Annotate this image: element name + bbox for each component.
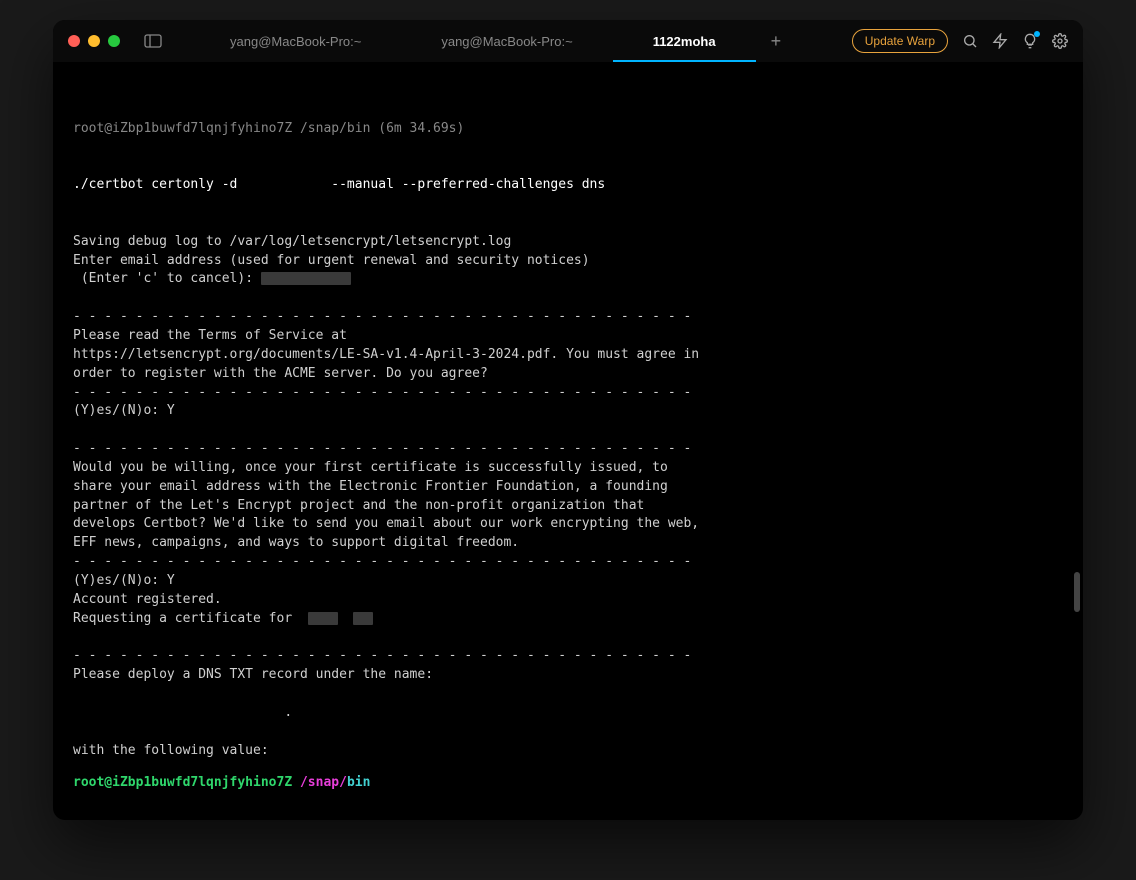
output-line: (Enter 'c' to cancel): xyxy=(73,270,1063,289)
tab-label: yang@MacBook-Pro:~ xyxy=(230,34,361,49)
output-line: Please read the Terms of Service at xyxy=(73,327,1063,346)
minimize-window-button[interactable] xyxy=(88,35,100,47)
titlebar-right-controls: Update Warp xyxy=(852,29,1068,53)
output-line: - - - - - - - - - - - - - - - - - - - - … xyxy=(73,308,1063,327)
tab-0[interactable]: yang@MacBook-Pro:~ xyxy=(190,20,401,62)
output-line: with the following value: xyxy=(73,742,1063,761)
output-line: https://letsencrypt.org/documents/LE-SA-… xyxy=(73,346,1063,365)
output-line: share your email address with the Electr… xyxy=(73,478,1063,497)
tab-2[interactable]: 1122moha xyxy=(613,20,756,62)
tab-label: 1122moha xyxy=(653,34,716,49)
command-line: ./certbot certonly -d --manual --preferr… xyxy=(73,176,1063,195)
tab-label: yang@MacBook-Pro:~ xyxy=(441,34,572,49)
search-icon[interactable] xyxy=(962,33,978,49)
output-line: Saving debug log to /var/log/letsencrypt… xyxy=(73,233,1063,252)
output-line: Account registered. xyxy=(73,591,1063,610)
redacted-domain xyxy=(353,612,373,625)
output-line: (Y)es/(N)o: Y xyxy=(73,402,1063,421)
tab-1[interactable]: yang@MacBook-Pro:~ xyxy=(401,20,612,62)
bolt-icon[interactable] xyxy=(992,33,1008,49)
output-line xyxy=(73,685,1063,704)
output-line xyxy=(73,628,1063,647)
current-prompt[interactable]: root@iZbp1buwfd7lqnjfyhino7Z /snap/bin xyxy=(53,765,1083,820)
notification-dot xyxy=(1034,31,1040,37)
output-line: . xyxy=(73,704,1063,723)
output-line xyxy=(73,421,1063,440)
output-line: - - - - - - - - - - - - - - - - - - - - … xyxy=(73,384,1063,403)
output-line: Please deploy a DNS TXT record under the… xyxy=(73,666,1063,685)
close-window-button[interactable] xyxy=(68,35,80,47)
prompt-userhost: root@iZbp1buwfd7lqnjfyhino7Z xyxy=(73,775,300,790)
output-line: EFF news, campaigns, and ways to support… xyxy=(73,534,1063,553)
terminal-output: Saving debug log to /var/log/letsencrypt… xyxy=(73,233,1063,765)
output-line: develops Certbot? We'd like to send you … xyxy=(73,515,1063,534)
scrollbar[interactable] xyxy=(1074,572,1080,612)
output-line: order to register with the ACME server. … xyxy=(73,365,1063,384)
titlebar: yang@MacBook-Pro:~ yang@MacBook-Pro:~ 11… xyxy=(53,20,1083,62)
output-line xyxy=(73,723,1063,742)
output-line: partner of the Let's Encrypt project and… xyxy=(73,497,1063,516)
output-line xyxy=(73,289,1063,308)
output-line: - - - - - - - - - - - - - - - - - - - - … xyxy=(73,440,1063,459)
output-line: - - - - - - - - - - - - - - - - - - - - … xyxy=(73,553,1063,572)
output-line: Enter email address (used for urgent ren… xyxy=(73,252,1063,271)
tab-bar: yang@MacBook-Pro:~ yang@MacBook-Pro:~ 11… xyxy=(190,20,796,62)
output-line: (Y)es/(N)o: Y xyxy=(73,572,1063,591)
output-line: Would you be willing, once your first ce… xyxy=(73,459,1063,478)
terminal-area[interactable]: root@iZbp1buwfd7lqnjfyhino7Z /snap/bin (… xyxy=(53,62,1083,765)
maximize-window-button[interactable] xyxy=(108,35,120,47)
update-warp-button[interactable]: Update Warp xyxy=(852,29,948,53)
output-line xyxy=(73,760,1063,765)
redacted-email xyxy=(261,272,351,285)
prompt-meta: root@iZbp1buwfd7lqnjfyhino7Z /snap/bin (… xyxy=(73,120,1063,139)
output-line: Requesting a certificate for xyxy=(73,610,1063,629)
panel-toggle-icon[interactable] xyxy=(144,34,162,48)
settings-gear-icon[interactable] xyxy=(1052,33,1068,49)
prompt-path: /snap/ xyxy=(300,775,347,790)
new-tab-button[interactable]: + xyxy=(756,31,797,52)
terminal-window: yang@MacBook-Pro:~ yang@MacBook-Pro:~ 11… xyxy=(53,20,1083,820)
lightbulb-icon[interactable] xyxy=(1022,33,1038,49)
redacted-domain xyxy=(308,612,338,625)
prompt-path-leaf: bin xyxy=(347,775,370,790)
output-line: - - - - - - - - - - - - - - - - - - - - … xyxy=(73,647,1063,666)
traffic-lights xyxy=(68,35,120,47)
